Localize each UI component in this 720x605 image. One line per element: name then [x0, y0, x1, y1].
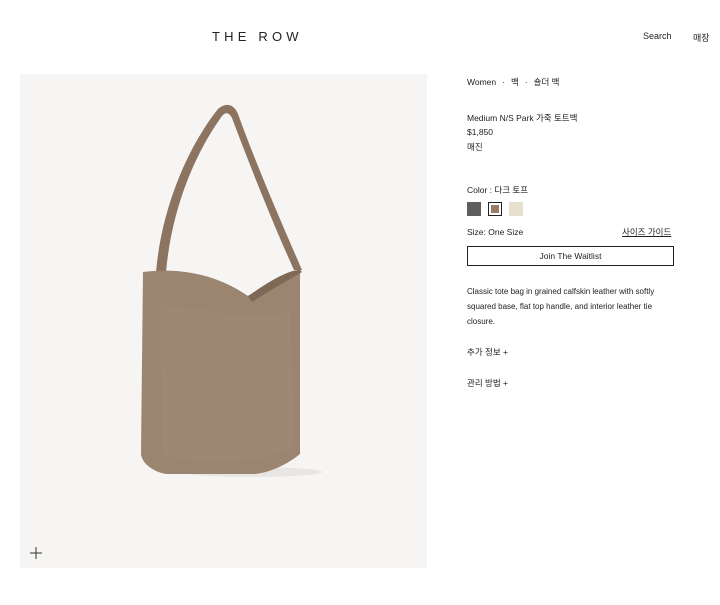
- size-guide-link[interactable]: 사이즈 가이드: [622, 226, 671, 238]
- additional-info-toggle[interactable]: 추가 정보 +: [467, 346, 508, 358]
- plus-icon[interactable]: [29, 546, 43, 560]
- breadcrumb-item-bags[interactable]: 백: [511, 77, 519, 87]
- store-link[interactable]: 매장: [693, 31, 710, 44]
- swatch-dark-gray[interactable]: [467, 202, 481, 216]
- join-waitlist-button[interactable]: Join The Waitlist: [467, 246, 674, 266]
- swatch-ivory[interactable]: [509, 202, 523, 216]
- size-label: Size: One Size: [467, 227, 524, 237]
- swatch-dark-taupe[interactable]: [488, 202, 502, 216]
- breadcrumb: Women · 백 · 숄더 백: [467, 76, 559, 88]
- breadcrumb-item-women[interactable]: Women: [467, 77, 496, 87]
- breadcrumb-separator: ·: [502, 77, 505, 87]
- availability-status: 매진: [467, 142, 483, 152]
- color-swatches: [467, 202, 523, 216]
- product-image: [141, 104, 322, 477]
- care-instructions-toggle[interactable]: 관리 방법 +: [467, 377, 508, 389]
- breadcrumb-separator: ·: [524, 77, 528, 87]
- brand-logo[interactable]: THE ROW: [212, 29, 303, 44]
- product-name: Medium N/S Park 가죽 토트백: [467, 113, 578, 123]
- search-link[interactable]: Search: [643, 31, 672, 41]
- product-image-panel[interactable]: [20, 74, 427, 568]
- breadcrumb-item-shoulder-bags[interactable]: 숄더 백: [534, 77, 560, 87]
- color-label: Color : 다크 토프: [467, 185, 529, 195]
- product-price: $1,850: [467, 127, 493, 137]
- product-description: Classic tote bag in grained calfskin lea…: [467, 287, 655, 326]
